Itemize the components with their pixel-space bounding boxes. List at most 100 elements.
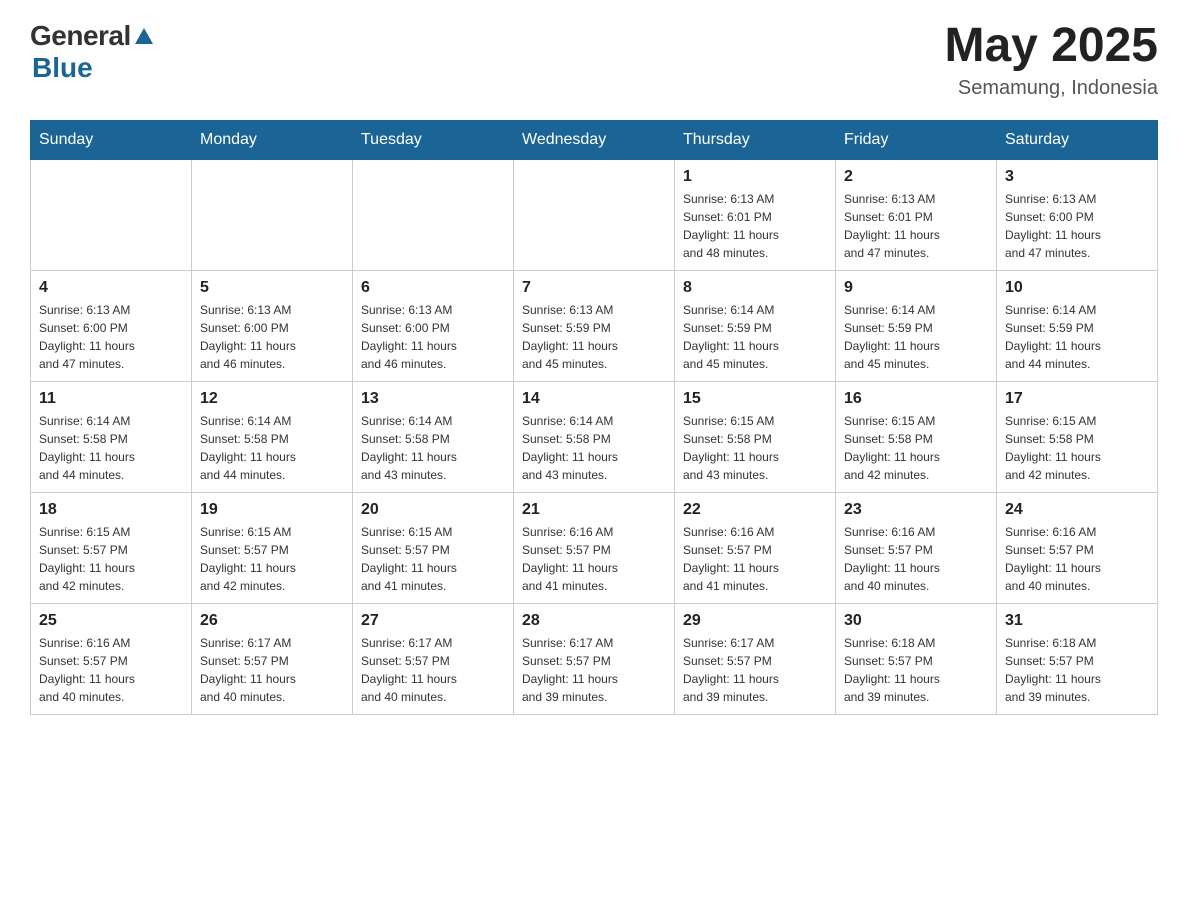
month-year-title: May 2025: [945, 20, 1159, 73]
calendar-week-row: 25 Sunrise: 6:16 AM Sunset: 5:57 PM Dayli…: [31, 603, 1158, 714]
calendar-cell: [192, 159, 353, 270]
weekday-header-thursday: Thursday: [675, 120, 836, 159]
calendar-cell: 15Sunrise: 6:15 AM Sunset: 5:58 PM Dayli…: [675, 381, 836, 492]
day-number: 22: [683, 501, 827, 519]
day-number: 12: [200, 390, 344, 408]
weekday-header-saturday: Saturday: [997, 120, 1158, 159]
logo-triangle-icon: [133, 26, 155, 48]
day-number: 21: [522, 501, 666, 519]
calendar-cell: 12 Sunrise: 6:14 AM Sunset: 5:58 PM Dayli…: [192, 381, 353, 492]
day-info: Sunrise: 6:13 AM Sunset: 6:01 PM Dayligh…: [683, 190, 827, 262]
calendar-cell: [31, 159, 192, 270]
logo: General Blue: [30, 20, 155, 84]
day-number: 4: [39, 279, 183, 297]
day-number: 8: [683, 279, 827, 297]
calendar-cell: 5 Sunrise: 6:13 AM Sunset: 6:00 PM Daylig…: [192, 270, 353, 381]
day-number: 23: [844, 501, 988, 519]
day-number: 24: [1005, 501, 1149, 519]
day-info: Sunrise: 6:13 AM Sunset: 5:59 PM Dayligh…: [522, 301, 666, 373]
calendar-cell: 18 Sunrise: 6:15 AM Sunset: 5:57 PM Dayli…: [31, 492, 192, 603]
calendar-cell: 29 Sunrise: 6:17 AM Sunset: 5:57 PM Dayli…: [675, 603, 836, 714]
day-number: 1: [683, 168, 827, 186]
calendar-cell: 30 Sunrise: 6:18 AM Sunset: 5:57 PM Dayli…: [836, 603, 997, 714]
calendar-cell: 9Sunrise: 6:14 AM Sunset: 5:59 PM Daylig…: [836, 270, 997, 381]
day-info: Sunrise: 6:15 AM Sunset: 5:58 PM Dayligh…: [1005, 412, 1149, 484]
calendar-cell: 25 Sunrise: 6:16 AM Sunset: 5:57 PM Dayli…: [31, 603, 192, 714]
day-info: Sunrise: 6:17 AM Sunset: 5:57 PM Dayligh…: [522, 634, 666, 706]
calendar-cell: 14Sunrise: 6:14 AM Sunset: 5:58 PM Dayli…: [514, 381, 675, 492]
day-info: Sunrise: 6:14 AM Sunset: 5:58 PM Dayligh…: [361, 412, 505, 484]
calendar-cell: 31 Sunrise: 6:18 AM Sunset: 5:57 PM Dayli…: [997, 603, 1158, 714]
calendar-cell: 10 Sunrise: 6:14 AM Sunset: 5:59 PM Dayli…: [997, 270, 1158, 381]
day-number: 29: [683, 612, 827, 630]
day-info: Sunrise: 6:15 AM Sunset: 5:58 PM Dayligh…: [683, 412, 827, 484]
calendar-cell: 3Sunrise: 6:13 AM Sunset: 6:00 PM Daylig…: [997, 159, 1158, 270]
day-info: Sunrise: 6:17 AM Sunset: 5:57 PM Dayligh…: [683, 634, 827, 706]
calendar-cell: 16 Sunrise: 6:15 AM Sunset: 5:58 PM Dayli…: [836, 381, 997, 492]
day-info: Sunrise: 6:16 AM Sunset: 5:57 PM Dayligh…: [844, 523, 988, 595]
logo-blue-text: Blue: [32, 52, 93, 83]
day-info: Sunrise: 6:13 AM Sunset: 6:00 PM Dayligh…: [361, 301, 505, 373]
calendar-week-row: 1 Sunrise: 6:13 AM Sunset: 6:01 PM Daylig…: [31, 159, 1158, 270]
day-number: 2: [844, 168, 988, 186]
day-number: 18: [39, 501, 183, 519]
day-number: 13: [361, 390, 505, 408]
weekday-header-friday: Friday: [836, 120, 997, 159]
calendar-table: SundayMondayTuesdayWednesdayThursdayFrid…: [30, 120, 1158, 715]
calendar-cell: [353, 159, 514, 270]
day-number: 19: [200, 501, 344, 519]
calendar-cell: 17 Sunrise: 6:15 AM Sunset: 5:58 PM Dayli…: [997, 381, 1158, 492]
day-number: 6: [361, 279, 505, 297]
day-number: 10: [1005, 279, 1149, 297]
day-info: Sunrise: 6:14 AM Sunset: 5:59 PM Dayligh…: [683, 301, 827, 373]
day-number: 9: [844, 279, 988, 297]
calendar-cell: 26 Sunrise: 6:17 AM Sunset: 5:57 PM Dayli…: [192, 603, 353, 714]
day-number: 11: [39, 390, 183, 408]
day-info: Sunrise: 6:16 AM Sunset: 5:57 PM Dayligh…: [522, 523, 666, 595]
day-number: 31: [1005, 612, 1149, 630]
calendar-cell: 7Sunrise: 6:13 AM Sunset: 5:59 PM Daylig…: [514, 270, 675, 381]
weekday-header-tuesday: Tuesday: [353, 120, 514, 159]
calendar-week-row: 11 Sunrise: 6:14 AM Sunset: 5:58 PM Dayli…: [31, 381, 1158, 492]
day-info: Sunrise: 6:14 AM Sunset: 5:58 PM Dayligh…: [39, 412, 183, 484]
day-info: Sunrise: 6:16 AM Sunset: 5:57 PM Dayligh…: [683, 523, 827, 595]
day-info: Sunrise: 6:15 AM Sunset: 5:57 PM Dayligh…: [200, 523, 344, 595]
logo-general-text: General: [30, 20, 131, 52]
calendar-cell: 24Sunrise: 6:16 AM Sunset: 5:57 PM Dayli…: [997, 492, 1158, 603]
day-number: 20: [361, 501, 505, 519]
day-info: Sunrise: 6:13 AM Sunset: 6:01 PM Dayligh…: [844, 190, 988, 262]
calendar-week-row: 18 Sunrise: 6:15 AM Sunset: 5:57 PM Dayli…: [31, 492, 1158, 603]
location-subtitle: Semamung, Indonesia: [945, 77, 1159, 100]
day-number: 16: [844, 390, 988, 408]
day-number: 3: [1005, 168, 1149, 186]
calendar-cell: [514, 159, 675, 270]
day-info: Sunrise: 6:14 AM Sunset: 5:58 PM Dayligh…: [200, 412, 344, 484]
day-number: 26: [200, 612, 344, 630]
day-info: Sunrise: 6:13 AM Sunset: 6:00 PM Dayligh…: [39, 301, 183, 373]
day-info: Sunrise: 6:14 AM Sunset: 5:59 PM Dayligh…: [1005, 301, 1149, 373]
weekday-header-wednesday: Wednesday: [514, 120, 675, 159]
day-number: 27: [361, 612, 505, 630]
day-info: Sunrise: 6:16 AM Sunset: 5:57 PM Dayligh…: [39, 634, 183, 706]
day-number: 30: [844, 612, 988, 630]
day-number: 17: [1005, 390, 1149, 408]
day-info: Sunrise: 6:15 AM Sunset: 5:57 PM Dayligh…: [39, 523, 183, 595]
calendar-week-row: 4 Sunrise: 6:13 AM Sunset: 6:00 PM Daylig…: [31, 270, 1158, 381]
weekday-header-sunday: Sunday: [31, 120, 192, 159]
day-info: Sunrise: 6:17 AM Sunset: 5:57 PM Dayligh…: [200, 634, 344, 706]
day-number: 5: [200, 279, 344, 297]
day-info: Sunrise: 6:18 AM Sunset: 5:57 PM Dayligh…: [844, 634, 988, 706]
day-info: Sunrise: 6:15 AM Sunset: 5:58 PM Dayligh…: [844, 412, 988, 484]
calendar-cell: 19 Sunrise: 6:15 AM Sunset: 5:57 PM Dayli…: [192, 492, 353, 603]
title-block: May 2025 Semamung, Indonesia: [945, 20, 1159, 100]
calendar-cell: 11 Sunrise: 6:14 AM Sunset: 5:58 PM Dayli…: [31, 381, 192, 492]
day-info: Sunrise: 6:13 AM Sunset: 6:00 PM Dayligh…: [200, 301, 344, 373]
calendar-cell: 27 Sunrise: 6:17 AM Sunset: 5:57 PM Dayli…: [353, 603, 514, 714]
day-number: 25: [39, 612, 183, 630]
day-info: Sunrise: 6:18 AM Sunset: 5:57 PM Dayligh…: [1005, 634, 1149, 706]
calendar-cell: 1 Sunrise: 6:13 AM Sunset: 6:01 PM Daylig…: [675, 159, 836, 270]
calendar-cell: 13 Sunrise: 6:14 AM Sunset: 5:58 PM Dayli…: [353, 381, 514, 492]
day-info: Sunrise: 6:17 AM Sunset: 5:57 PM Dayligh…: [361, 634, 505, 706]
calendar-cell: 8 Sunrise: 6:14 AM Sunset: 5:59 PM Daylig…: [675, 270, 836, 381]
calendar-cell: 22 Sunrise: 6:16 AM Sunset: 5:57 PM Dayli…: [675, 492, 836, 603]
